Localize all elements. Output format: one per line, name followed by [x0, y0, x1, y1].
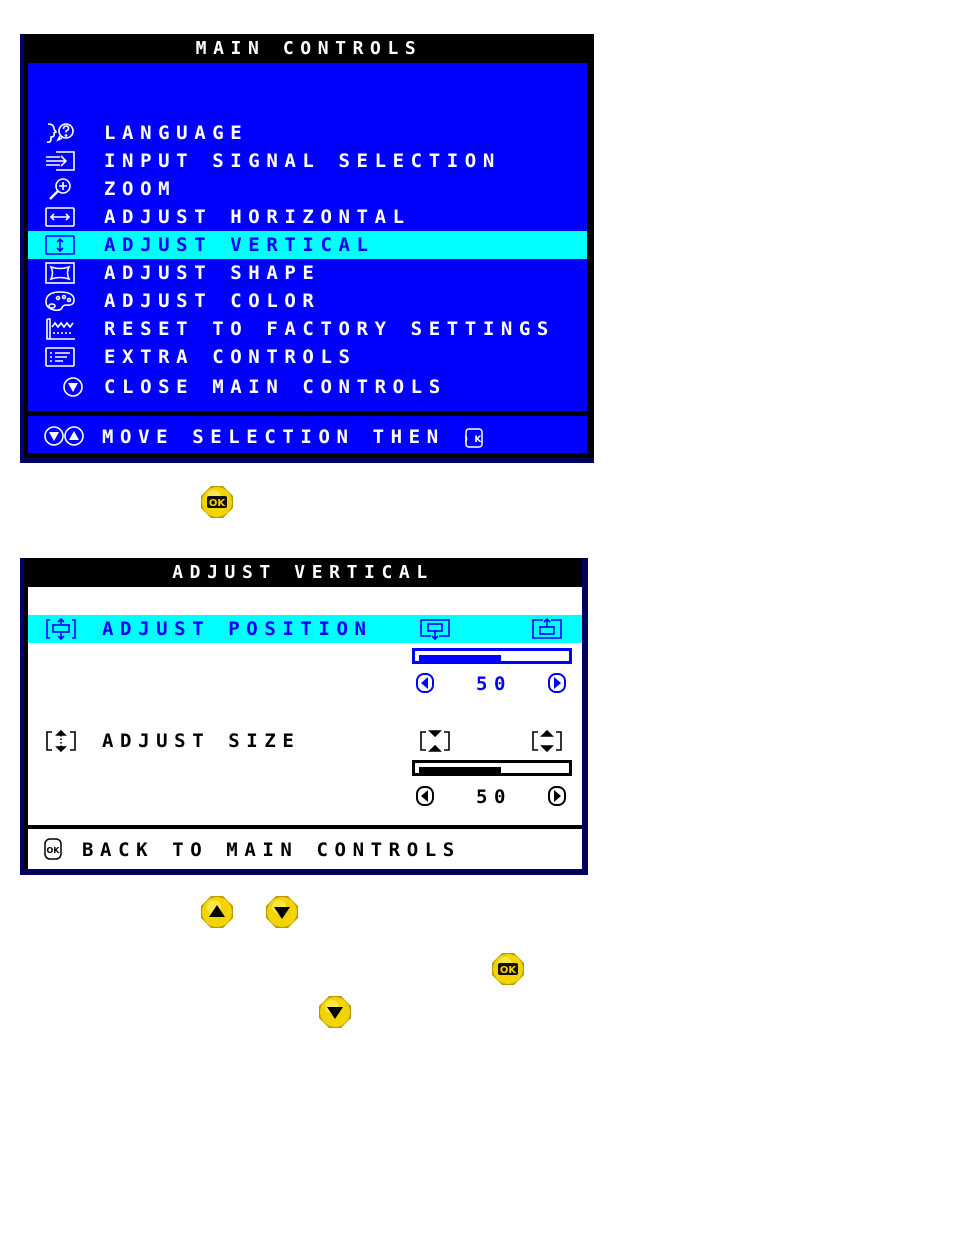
- adjust-vertical-panel: ADJUST VERTICAL ADJUST POSITION 50 ADJUS…: [20, 558, 588, 875]
- main-controls-menu: LANGUAGE INPUT SIGNAL SELECTION ZOOM ADJ…: [28, 63, 587, 411]
- ok-icon: OK: [44, 838, 62, 860]
- menu-item-adjust-color[interactable]: ADJUST COLOR: [28, 287, 587, 315]
- back-to-main-controls-label: BACK TO MAIN CONTROLS: [82, 839, 461, 861]
- svg-text:OK: OK: [47, 846, 61, 855]
- ok-button-icon: OK: [201, 486, 233, 518]
- size-level-bar[interactable]: [412, 760, 572, 776]
- menu-item-label: ADJUST COLOR: [104, 290, 321, 312]
- position-level-fill: [419, 655, 501, 661]
- input-signal-icon: [46, 151, 75, 171]
- language-icon: [46, 123, 74, 144]
- svg-text:OK: OK: [209, 498, 227, 509]
- adjust-size-row[interactable]: ADJUST SIZE: [28, 727, 582, 755]
- menu-item-input-signal-selection[interactable]: INPUT SIGNAL SELECTION: [28, 147, 587, 175]
- adjust-vertical-title: ADJUST VERTICAL: [172, 562, 434, 583]
- menu-item-adjust-shape[interactable]: ADJUST SHAPE: [28, 259, 587, 287]
- menu-item-label: ADJUST HORIZONTAL: [104, 206, 411, 228]
- menu-item-reset-factory-settings[interactable]: RESET TO FACTORY SETTINGS: [28, 315, 587, 343]
- back-to-main-controls-item[interactable]: OK BACK TO MAIN CONTROLS: [28, 829, 582, 869]
- decrease-icon[interactable]: [416, 786, 434, 806]
- up-button-icon: [201, 896, 233, 928]
- size-stepper: 50: [412, 784, 574, 808]
- menu-item-zoom[interactable]: ZOOM: [28, 175, 587, 203]
- main-controls-panel: MAIN CONTROLS LANGUAGE INPUT SIGNAL SELE…: [20, 34, 594, 463]
- position-down-icon: [420, 619, 450, 641]
- adjust-position-row[interactable]: ADJUST POSITION: [28, 615, 582, 643]
- menu-item-label: INPUT SIGNAL SELECTION: [104, 150, 501, 172]
- position-level-bar[interactable]: [412, 648, 572, 664]
- footer-instruction: MOVE SELECTION THEN: [102, 426, 445, 448]
- decrease-icon[interactable]: [416, 673, 434, 693]
- menu-item-label: EXTRA CONTROLS: [104, 346, 357, 368]
- zoom-icon: [49, 178, 71, 200]
- menu-item-extra-controls[interactable]: EXTRA CONTROLS: [28, 343, 587, 371]
- adjust-vertical-body: ADJUST POSITION 50 ADJUST SIZE 50: [28, 587, 582, 825]
- main-controls-footer: MOVE SELECTION THEN OK: [28, 416, 587, 453]
- adjust-position-label: ADJUST POSITION: [102, 618, 373, 640]
- menu-item-label: ADJUST VERTICAL: [104, 234, 375, 256]
- vertical-position-icon: [46, 617, 76, 641]
- ok-button-icon: OK: [492, 953, 524, 985]
- menu-item-label: ZOOM: [104, 178, 177, 200]
- vertical-size-icon: [46, 729, 76, 753]
- down-button-icon: [63, 377, 83, 397]
- down-button-icon: [319, 996, 351, 1028]
- menu-item-label: ADJUST SHAPE: [104, 262, 321, 284]
- vertical-arrows-icon: [45, 235, 75, 255]
- menu-item-label: LANGUAGE: [104, 122, 249, 144]
- ok-icon: OK: [465, 427, 483, 448]
- extra-controls-icon: [45, 347, 75, 367]
- horizontal-arrows-icon: [45, 207, 75, 227]
- adjust-size-label: ADJUST SIZE: [102, 730, 301, 752]
- down-button-icon: [266, 896, 298, 928]
- svg-text:OK: OK: [465, 435, 483, 445]
- position-up-icon: [532, 617, 562, 639]
- position-stepper: 50: [412, 671, 574, 695]
- size-level-fill: [419, 767, 501, 773]
- palette-icon: [45, 291, 75, 312]
- shape-icon: [45, 262, 75, 284]
- close-main-controls-label: CLOSE MAIN CONTROLS: [104, 376, 447, 398]
- menu-item-language[interactable]: LANGUAGE: [28, 119, 587, 147]
- increase-icon[interactable]: [548, 673, 566, 693]
- main-controls-title: MAIN CONTROLS: [195, 38, 423, 59]
- down-up-buttons-icon: [44, 426, 84, 446]
- menu-item-adjust-vertical[interactable]: ADJUST VERTICAL: [28, 231, 587, 259]
- menu-item-adjust-horizontal[interactable]: ADJUST HORIZONTAL: [28, 203, 587, 231]
- position-value: 50: [476, 673, 513, 695]
- size-shrink-icon: [420, 730, 450, 752]
- menu-item-label: RESET TO FACTORY SETTINGS: [104, 318, 555, 340]
- size-expand-icon: [532, 729, 562, 753]
- factory-icon: [46, 318, 75, 340]
- increase-icon[interactable]: [548, 786, 566, 806]
- close-main-controls-item[interactable]: CLOSE MAIN CONTROLS: [28, 373, 587, 401]
- svg-text:OK: OK: [500, 965, 518, 976]
- size-value: 50: [476, 786, 513, 808]
